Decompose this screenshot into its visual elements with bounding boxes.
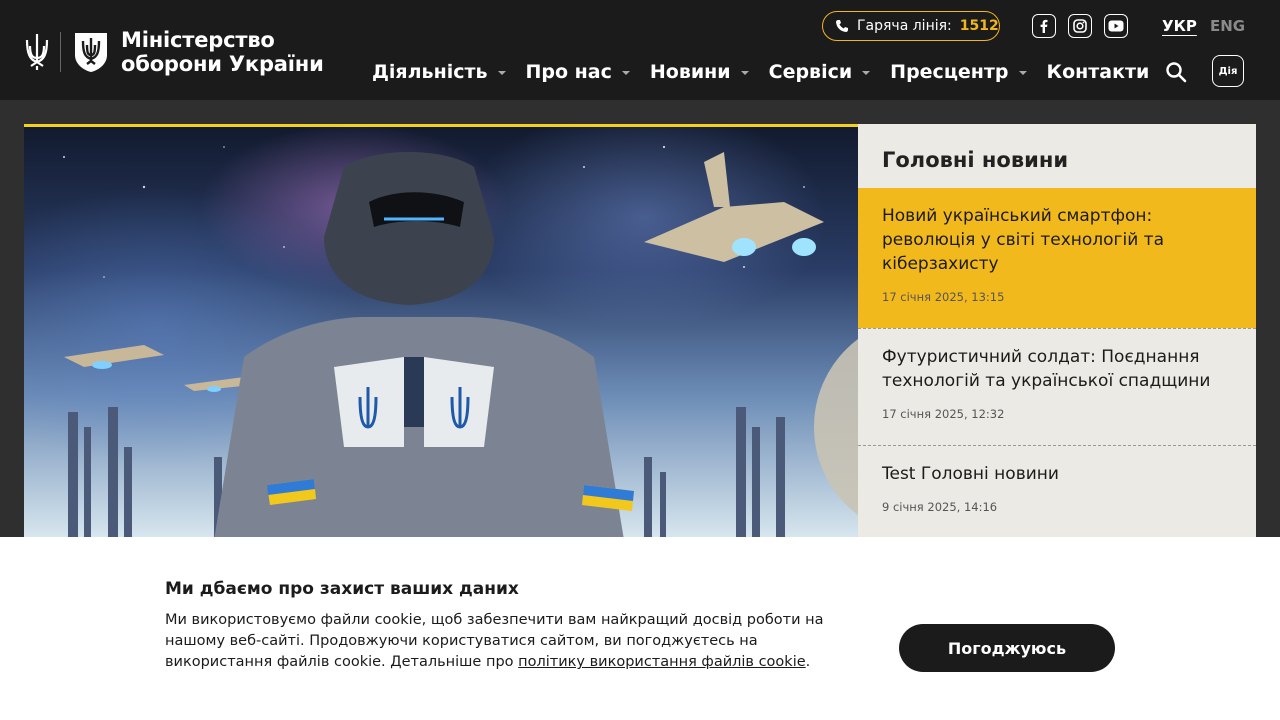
diia-button[interactable]: Дія	[1212, 55, 1244, 87]
lang-eng[interactable]: ENG	[1210, 17, 1245, 35]
instagram-link[interactable]	[1068, 14, 1092, 38]
hero-image[interactable]	[24, 124, 858, 537]
nav-label: Сервіси	[768, 61, 853, 83]
caret-down-icon	[1018, 71, 1027, 75]
trident-icon	[25, 34, 49, 70]
main-nav: Діяльність Про нас Новини Сервіси Пресце…	[372, 58, 1169, 86]
hotline-number: 1512	[959, 18, 999, 34]
main-news-panel: Головні новини Новий український смартфо…	[858, 124, 1256, 537]
nav-label: Про нас	[525, 61, 612, 83]
youtube-icon	[1108, 20, 1124, 32]
nav-item-contacts[interactable]: Контакти	[1047, 61, 1150, 83]
lang-ukr[interactable]: УКР	[1162, 17, 1197, 35]
nav-label: Діяльність	[372, 61, 488, 83]
nav-item-services[interactable]: Сервіси	[769, 61, 871, 83]
youtube-link[interactable]	[1104, 14, 1128, 38]
nav-label: Новини	[649, 61, 731, 83]
news-title: Футуристичний солдат: Поєднання технолог…	[882, 347, 1211, 391]
facebook-link[interactable]	[1032, 14, 1056, 38]
nav-label: Контакти	[1046, 61, 1150, 83]
logo-line-1: Міністерство	[121, 28, 275, 52]
site-header: Міністерство оборони України Гаряча ліні…	[0, 0, 1280, 100]
instagram-icon	[1073, 19, 1087, 33]
news-date: 17 січня 2025, 13:15	[882, 290, 1005, 304]
cookie-banner: Ми дбаємо про захист ваших даних Ми вико…	[0, 537, 1280, 720]
phone-icon	[836, 20, 848, 32]
news-item[interactable]: Новий український смартфон: революція у …	[858, 188, 1256, 328]
hero-illustration	[63, 145, 858, 537]
hotline-button[interactable]: Гаряча лінія: 1512	[822, 11, 1000, 41]
nav-label: Пресцентр	[890, 61, 1009, 83]
caret-down-icon	[621, 71, 630, 75]
news-title: Test Головні новини	[882, 464, 1059, 484]
news-date: 9 січня 2025, 14:16	[882, 500, 998, 514]
nav-item-about[interactable]: Про нас	[526, 61, 630, 83]
logo-divider	[60, 32, 61, 72]
hotline-label: Гаряча лінія:	[857, 18, 952, 34]
accept-cookies-button[interactable]: Погоджуюсь	[899, 624, 1115, 672]
caret-down-icon	[862, 71, 871, 75]
shield-icon	[75, 33, 107, 72]
news-heading: Головні новини	[882, 148, 1069, 172]
news-date: 17 січня 2025, 12:32	[882, 407, 1005, 421]
cookie-policy-link[interactable]: політику використання файлів cookie	[518, 654, 806, 670]
cookie-end: .	[805, 654, 811, 670]
caret-down-icon	[740, 71, 749, 75]
news-title: Новий український смартфон: революція у …	[882, 206, 1164, 274]
news-item[interactable]: Футуристичний солдат: Поєднання технолог…	[858, 329, 1256, 445]
logo-text: Міністерство оборони України	[121, 28, 324, 76]
site-logo[interactable]: Міністерство оборони України	[24, 28, 324, 76]
caret-down-icon	[497, 71, 506, 75]
nav-item-news[interactable]: Новини	[650, 61, 749, 83]
nav-item-presscenter[interactable]: Пресцентр	[890, 61, 1027, 83]
nav-item-activity[interactable]: Діяльність	[372, 61, 506, 83]
news-item[interactable]: Test Головні новини 9 січня 2025, 14:16	[858, 446, 1256, 537]
facebook-icon	[1040, 19, 1048, 33]
cookie-title: Ми дбаємо про захист ваших даних	[165, 579, 519, 599]
cookie-text: Ми використовуємо файли cookie, щоб забе…	[165, 610, 865, 673]
logo-line-2: оборони України	[121, 52, 324, 76]
search-icon[interactable]	[1164, 60, 1188, 84]
